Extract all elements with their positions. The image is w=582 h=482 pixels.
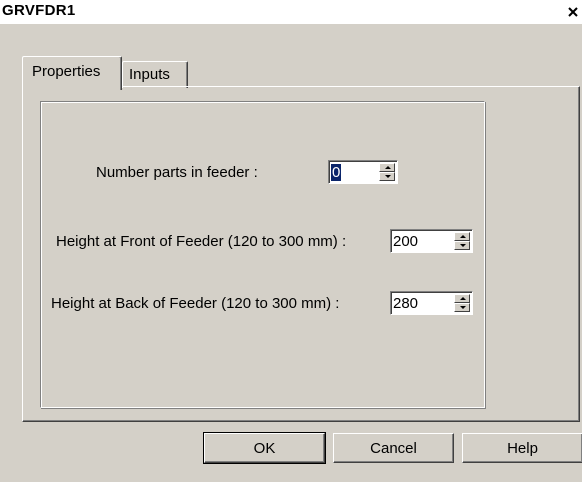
title-bar[interactable]: GRVFDR1: [0, 0, 582, 24]
front-height-input[interactable]: [393, 232, 448, 250]
front-height-label: Height at Front of Feeder (120 to 300 mm…: [56, 233, 347, 250]
num-parts-input[interactable]: 0: [331, 164, 342, 182]
properties-tab-page: Number parts in feeder : 0 Height at Fro…: [22, 86, 580, 422]
properties-group: [40, 101, 485, 408]
arrow-up-icon[interactable]: [379, 163, 395, 172]
tab-properties[interactable]: Properties: [22, 56, 122, 90]
help-button[interactable]: Help: [462, 433, 582, 463]
num-parts-spin-buttons: [379, 163, 395, 181]
cancel-button[interactable]: Cancel: [333, 433, 454, 463]
tab-properties-label: Properties: [32, 63, 101, 80]
back-height-input[interactable]: [393, 294, 448, 312]
back-height-spin-buttons: [454, 294, 470, 312]
num-parts-spinner[interactable]: 0: [328, 160, 398, 184]
front-height-spin-buttons: [454, 232, 470, 250]
arrow-up-icon[interactable]: [454, 294, 470, 303]
close-icon: [566, 5, 582, 19]
tab-inputs[interactable]: Inputs: [122, 61, 188, 88]
arrow-down-icon[interactable]: [454, 303, 470, 312]
back-height-spinner[interactable]: [390, 291, 473, 315]
window-title: GRVFDR1: [2, 2, 76, 19]
arrow-down-icon[interactable]: [454, 241, 470, 250]
tab-inputs-label: Inputs: [129, 66, 170, 83]
close-button[interactable]: [566, 3, 582, 21]
num-parts-label: Number parts in feeder :: [96, 164, 258, 181]
arrow-up-icon[interactable]: [454, 232, 470, 241]
front-height-spinner[interactable]: [390, 229, 473, 253]
arrow-down-icon[interactable]: [379, 172, 395, 181]
ok-button[interactable]: OK: [203, 432, 326, 464]
back-height-label: Height at Back of Feeder (120 to 300 mm)…: [51, 295, 340, 312]
